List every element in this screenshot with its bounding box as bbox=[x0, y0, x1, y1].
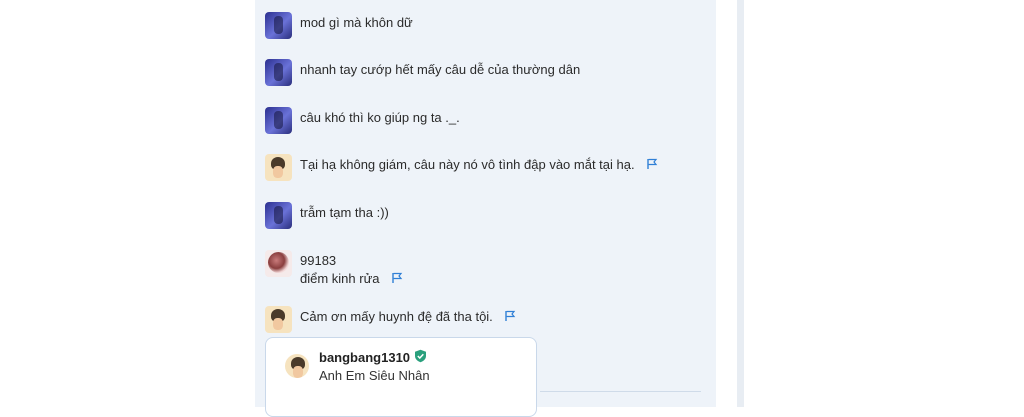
user-avatar[interactable] bbox=[265, 202, 292, 229]
report-flag-icon[interactable] bbox=[646, 157, 658, 175]
comment-item: Cảm ơn mấy huynh đệ đã tha tội. bbox=[265, 306, 516, 333]
comment-item: Tại hạ không giám, câu này nó vô tình đậ… bbox=[265, 154, 658, 181]
comment-text: 99183 bbox=[300, 253, 337, 268]
user-avatar[interactable] bbox=[285, 354, 309, 378]
report-flag-icon[interactable] bbox=[504, 309, 516, 327]
comment-item: trẫm tạm tha :)) bbox=[265, 202, 389, 229]
user-avatar[interactable] bbox=[265, 107, 292, 134]
divider-line bbox=[540, 391, 701, 392]
comment-text: câu khó thì ko giúp ng ta ._. bbox=[300, 110, 460, 125]
user-avatar[interactable] bbox=[265, 12, 292, 39]
comment-text: trẫm tạm tha :)) bbox=[300, 205, 389, 220]
comment-item: mod gì mà khôn dữ bbox=[265, 12, 413, 39]
comment-text: mod gì mà khôn dữ bbox=[300, 15, 413, 30]
user-rank: Anh Em Siêu Nhân bbox=[319, 368, 430, 383]
column-divider bbox=[737, 0, 744, 407]
user-avatar[interactable] bbox=[265, 306, 292, 333]
user-hover-card[interactable]: bangbang1310 Anh Em Siêu Nhân bbox=[265, 337, 537, 417]
shield-check-icon bbox=[414, 349, 427, 366]
username[interactable]: bangbang1310 bbox=[319, 350, 410, 365]
comment-item: nhanh tay cướp hết mấy câu dễ của thường… bbox=[265, 59, 580, 86]
comment-item: câu khó thì ko giúp ng ta ._. bbox=[265, 107, 460, 134]
username-row: bangbang1310 bbox=[319, 349, 427, 366]
comment-body: Tại hạ không giám, câu này nó vô tình đậ… bbox=[300, 154, 658, 175]
user-avatar[interactable] bbox=[265, 250, 292, 277]
comment-text: Cảm ơn mấy huynh đệ đã tha tội. bbox=[300, 309, 493, 324]
comment-text: nhanh tay cướp hết mấy câu dễ của thường… bbox=[300, 62, 581, 77]
comment-text: Tại hạ không giám, câu này nó vô tình đậ… bbox=[300, 157, 635, 172]
user-avatar[interactable] bbox=[265, 154, 292, 181]
comment-item: 99183 điểm kinh rửa bbox=[265, 250, 403, 289]
comment-body: Cảm ơn mấy huynh đệ đã tha tội. bbox=[300, 306, 516, 327]
comment-body: 99183 điểm kinh rửa bbox=[300, 250, 403, 289]
user-avatar[interactable] bbox=[265, 59, 292, 86]
report-flag-icon[interactable] bbox=[391, 271, 403, 289]
comment-text: điểm kinh rửa bbox=[300, 271, 380, 286]
